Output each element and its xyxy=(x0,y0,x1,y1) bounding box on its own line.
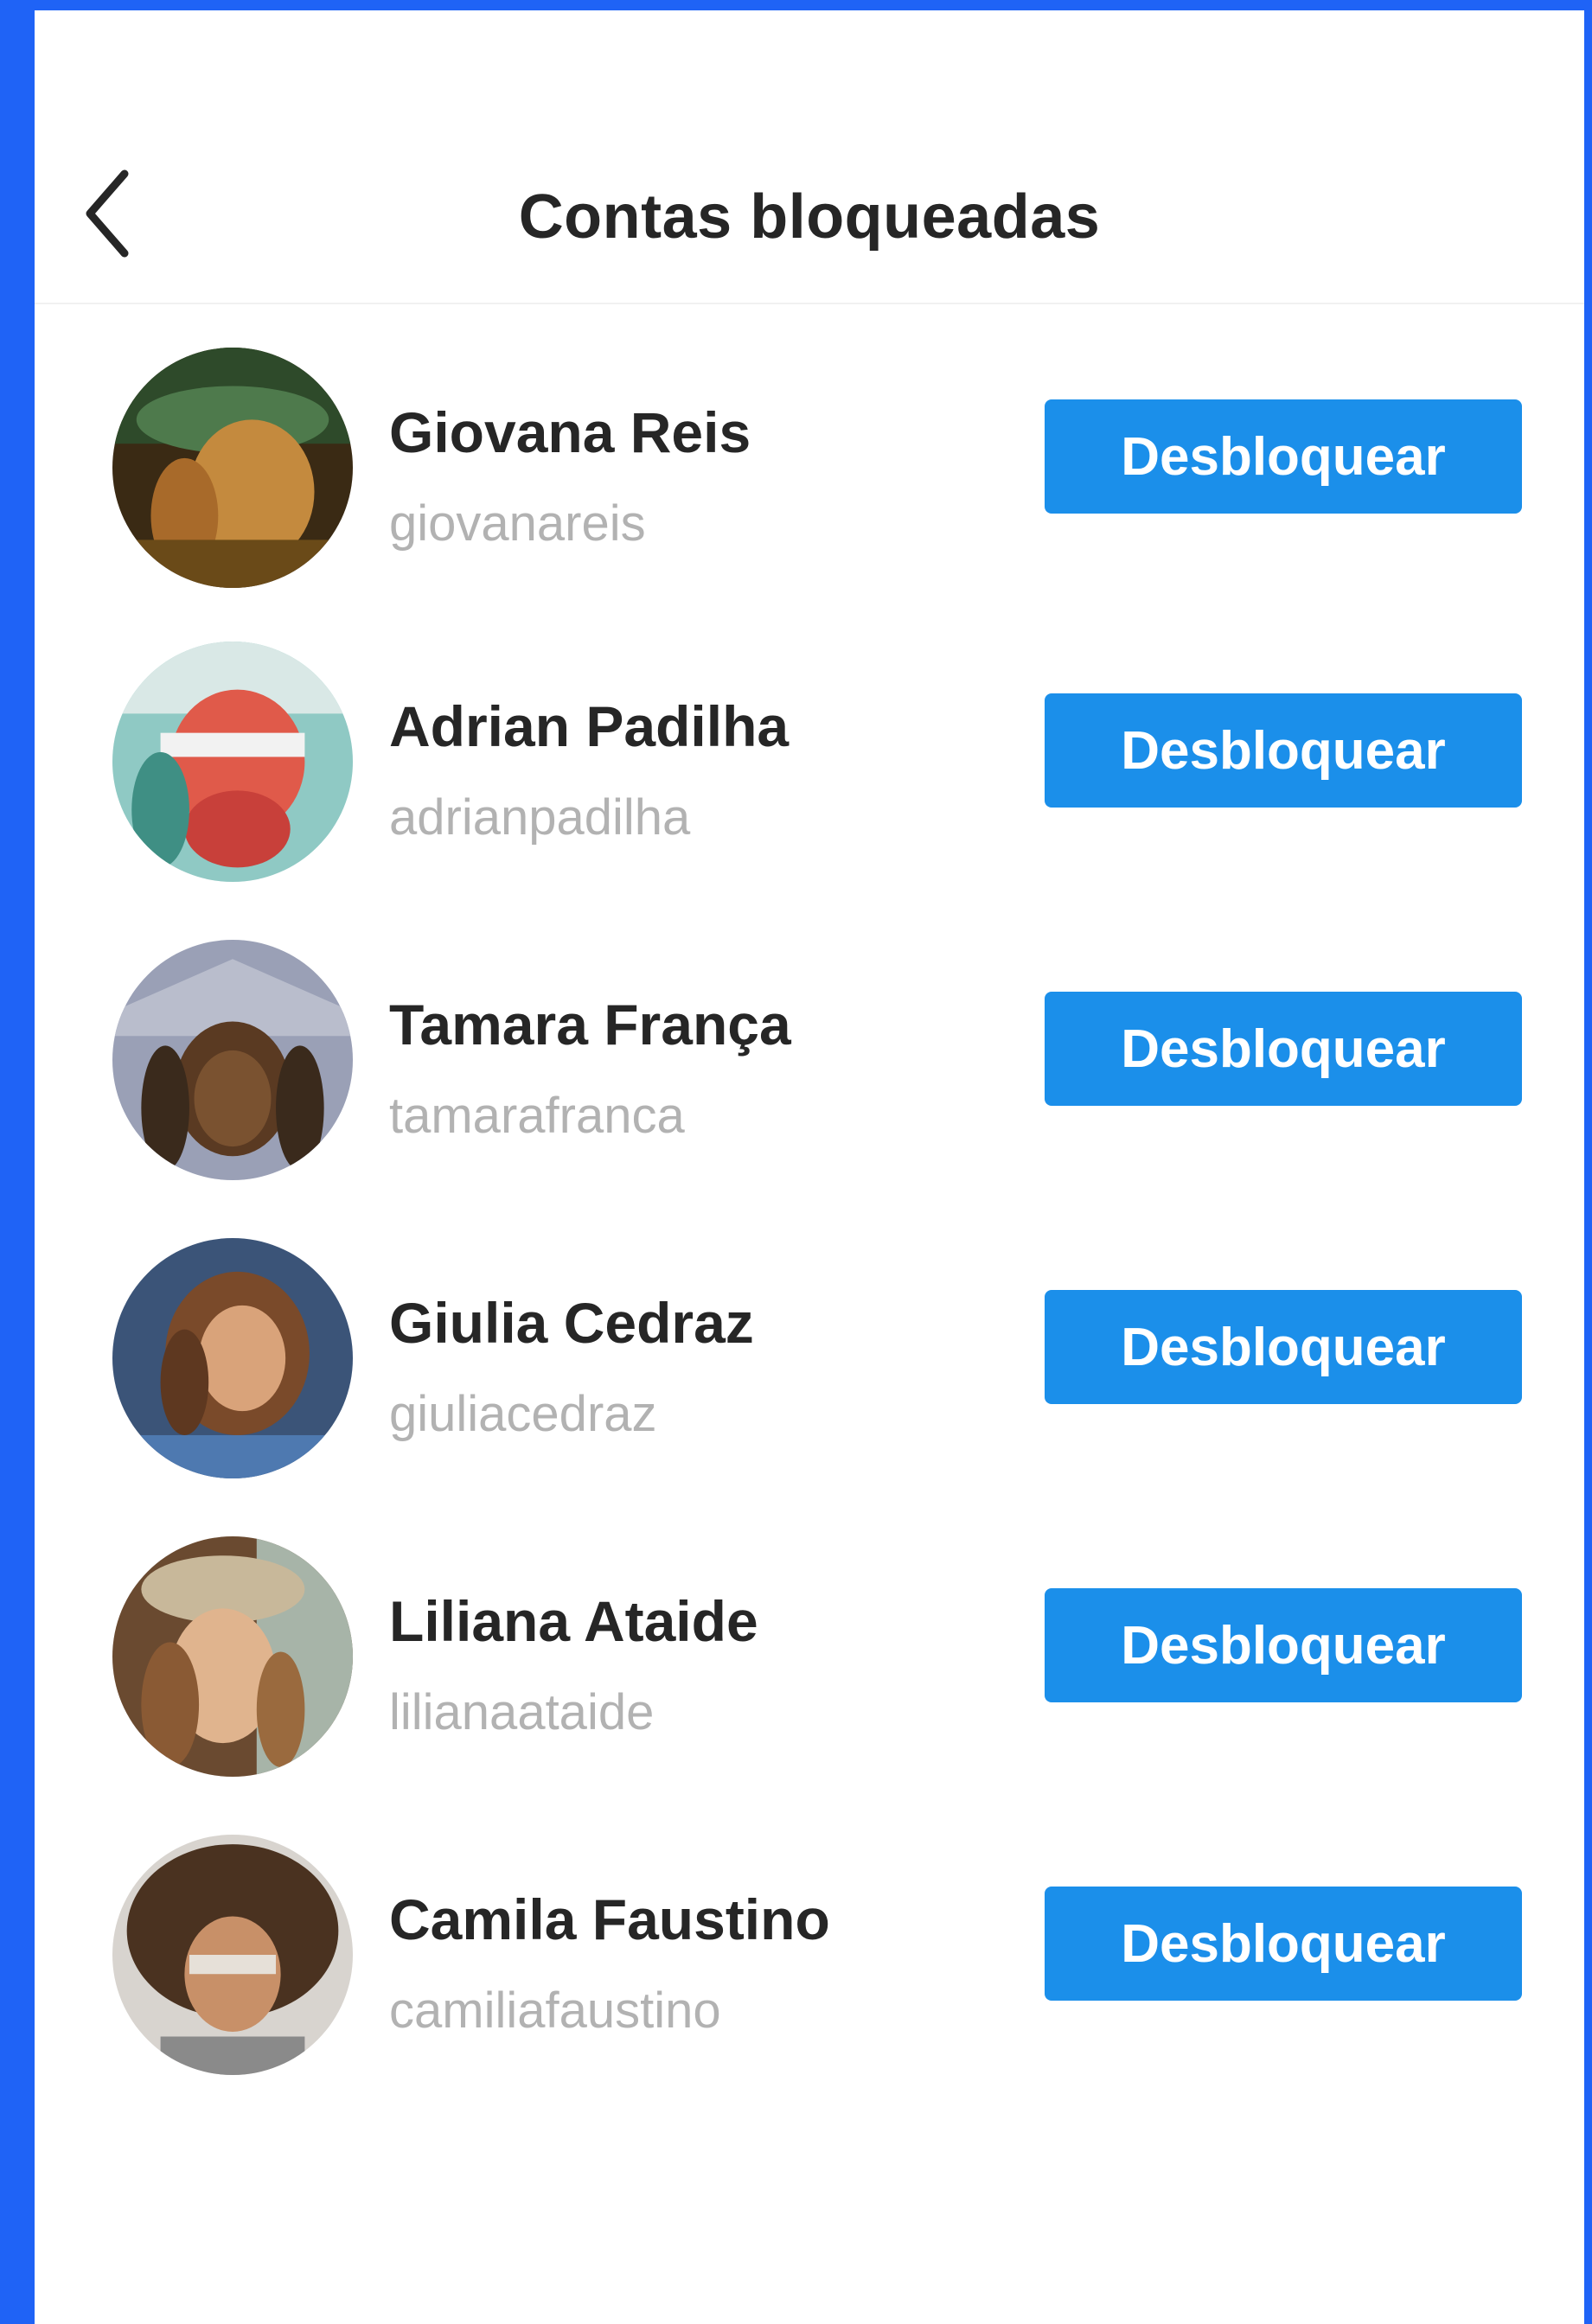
list-item: Giulia Cedraz giuliacedraz Desbloquear xyxy=(35,1238,1584,1489)
list-item: Tamara França tamarafranca Desbloquear xyxy=(35,940,1584,1191)
account-name: Adrian Padilha xyxy=(389,694,790,758)
avatar[interactable] xyxy=(112,940,353,1180)
account-username: giuliacedraz xyxy=(389,1386,657,1442)
unblock-button[interactable]: Desbloquear xyxy=(1045,1887,1522,2001)
avatar[interactable] xyxy=(112,1835,353,2075)
account-name: Liliana Ataide xyxy=(389,1589,758,1653)
account-name: Giulia Cedraz xyxy=(389,1291,754,1355)
page-title: Contas bloqueadas xyxy=(518,182,1101,252)
unblock-button[interactable]: Desbloquear xyxy=(1045,992,1522,1106)
unblock-button[interactable]: Desbloquear xyxy=(1045,1290,1522,1404)
account-username: giovanareis xyxy=(389,495,646,552)
unblock-button[interactable]: Desbloquear xyxy=(1045,693,1522,808)
unblock-button[interactable]: Desbloquear xyxy=(1045,399,1522,514)
header-bar: Contas bloqueadas xyxy=(35,10,1584,304)
account-username: adrianpadilha xyxy=(389,789,691,846)
account-name: Camila Faustino xyxy=(389,1887,830,1951)
account-name: Giovana Reis xyxy=(389,400,751,464)
account-username: tamarafranca xyxy=(389,1088,685,1144)
avatar[interactable] xyxy=(112,642,353,882)
account-name: Tamara França xyxy=(389,993,791,1057)
account-username: lilianaataide xyxy=(389,1684,655,1740)
list-item: Giovana Reis giovanareis Desbloquear xyxy=(35,348,1584,598)
list-item: Camila Faustino camiliafaustino Desbloqu… xyxy=(35,1835,1584,2085)
unblock-button[interactable]: Desbloquear xyxy=(1045,1588,1522,1702)
account-username: camiliafaustino xyxy=(389,1982,721,2039)
list-item: Adrian Padilha adrianpadilha Desbloquear xyxy=(35,642,1584,892)
list-item: Liliana Ataide lilianaataide Desbloquear xyxy=(35,1536,1584,1787)
avatar[interactable] xyxy=(112,1238,353,1478)
app-screen: Contas bloqueadas Giovana Reis giovanare… xyxy=(35,10,1584,2324)
avatar[interactable] xyxy=(112,1536,353,1777)
avatar[interactable] xyxy=(112,348,353,588)
